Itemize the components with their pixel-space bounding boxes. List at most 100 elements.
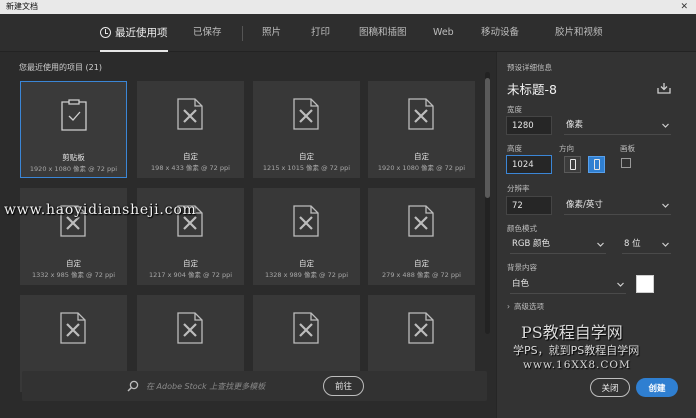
portrait-icon <box>570 159 576 170</box>
recent-item[interactable]: 自定 198 x 433 像素 @ 72 ppi <box>137 81 244 178</box>
recent-item[interactable]: 自定 1328 x 989 像素 @ 72 ppi <box>253 188 360 285</box>
portrait-orientation-button[interactable] <box>564 156 581 173</box>
width-label: 宽度 <box>507 105 522 114</box>
item-size: 1328 x 989 像素 @ 72 ppi <box>264 271 349 279</box>
clock-icon <box>100 27 111 38</box>
item-size: 279 x 488 像素 @ 72 ppi <box>382 271 461 279</box>
overlay-watermark-url: www.16XX8.COM <box>523 359 631 371</box>
custom-doc-icon <box>293 205 319 237</box>
background-value: 白色 <box>512 279 530 289</box>
tab-label: 最近使用项 <box>115 27 168 39</box>
tab-film-video[interactable]: 胶片和视频 <box>555 14 603 52</box>
custom-doc-icon <box>408 312 434 344</box>
width-input[interactable] <box>506 116 552 135</box>
window-titlebar: 新建文档 ✕ <box>0 0 696 14</box>
recent-item[interactable]: 自定 1332 x 985 像素 @ 72 ppi <box>20 188 127 285</box>
orientation-label: 方向 <box>559 144 574 153</box>
background-select[interactable]: 白色 <box>510 275 626 294</box>
close-button[interactable]: 关闭 <box>590 378 630 397</box>
recent-heading: 您最近使用的项目 (21) <box>19 63 102 72</box>
save-preset-icon[interactable] <box>657 82 671 94</box>
overlay-watermark-title: PS教程自学网 <box>521 323 623 342</box>
item-size: 1920 x 1080 像素 @ 72 ppi <box>377 164 466 172</box>
resolution-input[interactable] <box>506 196 552 215</box>
height-input[interactable] <box>506 155 552 174</box>
close-icon[interactable]: ✕ <box>680 0 688 14</box>
height-label: 高度 <box>507 144 522 153</box>
width-unit-value: 像素 <box>566 120 584 130</box>
background-label: 背景内容 <box>507 263 537 272</box>
custom-doc-icon <box>60 312 86 344</box>
preset-name[interactable]: 未标题-8 <box>507 79 557 98</box>
clipboard-doc-icon <box>61 99 87 131</box>
scrollbar-thumb[interactable] <box>485 78 490 198</box>
tab-web[interactable]: Web <box>433 14 454 52</box>
tab-photo[interactable]: 照片 <box>262 14 281 52</box>
item-size: 1215 x 1015 像素 @ 72 ppi <box>262 164 351 172</box>
bit-depth-select[interactable]: 8 位 <box>622 235 671 254</box>
item-name: 自定 <box>414 259 429 268</box>
item-name: 自定 <box>183 152 198 161</box>
stock-search-bar: 前往 <box>22 371 487 401</box>
tab-recent[interactable]: 最近使用项 <box>100 14 168 52</box>
create-button[interactable]: 创建 <box>636 378 678 397</box>
color-mode-select[interactable]: RGB 颜色 <box>510 235 606 254</box>
width-unit-select[interactable]: 像素 <box>564 116 671 135</box>
item-size: 198 x 433 像素 @ 72 ppi <box>151 164 230 172</box>
tab-mobile[interactable]: 移动设备 <box>481 14 519 52</box>
artboard-checkbox[interactable] <box>621 158 631 168</box>
recent-item[interactable]: 自定 279 x 488 像素 @ 72 ppi <box>368 188 475 285</box>
tab-saved[interactable]: 已保存 <box>193 14 222 52</box>
background-color-swatch[interactable] <box>636 275 654 293</box>
recent-item[interactable]: 自定 1215 x 1015 像素 @ 72 ppi <box>253 81 360 178</box>
item-name: 自定 <box>183 259 198 268</box>
item-name: 自定 <box>299 152 314 161</box>
tab-divider <box>242 26 243 41</box>
section-title: 预设详细信息 <box>507 63 552 72</box>
custom-doc-icon <box>408 205 434 237</box>
custom-doc-icon <box>293 98 319 130</box>
window-title: 新建文档 <box>6 2 38 11</box>
category-tabs: 最近使用项 已保存 照片 打印 图稿和插图 Web 移动设备 胶片和视频 <box>0 14 696 52</box>
custom-doc-icon <box>177 205 203 237</box>
custom-doc-icon <box>177 98 203 130</box>
overlay-watermark-slogan: 学PS，就到PS教程自学网 <box>513 344 640 357</box>
item-size: 1332 x 985 像素 @ 72 ppi <box>31 271 116 279</box>
item-name: 自定 <box>414 152 429 161</box>
item-size: 1920 x 1080 像素 @ 72 ppi <box>29 165 118 173</box>
chevron-down-icon <box>662 242 669 247</box>
custom-doc-icon <box>408 98 434 130</box>
advanced-options-toggle[interactable]: › 高级选项 <box>507 301 544 312</box>
landscape-orientation-button[interactable] <box>588 156 605 173</box>
color-mode-value: RGB 颜色 <box>512 239 551 249</box>
resolution-unit-select[interactable]: 像素/英寸 <box>564 196 671 215</box>
go-button[interactable]: 前往 <box>323 376 364 396</box>
chevron-down-icon <box>597 242 604 247</box>
tab-print[interactable]: 打印 <box>311 14 330 52</box>
recent-item-clipboard[interactable]: 剪贴板 1920 x 1080 像素 @ 72 ppi <box>20 81 127 178</box>
recent-pane: 您最近使用的项目 (21) 剪贴板 1920 x 1080 像素 @ 72 pp… <box>0 52 496 418</box>
recent-item[interactable]: 自定 1920 x 1080 像素 @ 72 ppi <box>368 81 475 178</box>
recent-scrollbar[interactable] <box>485 72 490 334</box>
chevron-right-icon: › <box>507 302 510 311</box>
chevron-down-icon <box>662 203 669 208</box>
recent-item[interactable]: 自定 1217 x 904 像素 @ 72 ppi <box>137 188 244 285</box>
custom-doc-icon <box>177 312 203 344</box>
item-size: 1217 x 904 像素 @ 72 ppi <box>148 271 233 279</box>
preset-details-pane: 预设详细信息 未标题-8 宽度 像素 高度 方向 画板 分辨率 像素/英寸 颜色… <box>496 52 696 418</box>
bit-depth-value: 8 位 <box>624 239 641 249</box>
search-icon <box>127 380 139 392</box>
stock-search-input[interactable] <box>146 379 316 393</box>
item-name: 自定 <box>299 259 314 268</box>
recent-grid: 剪贴板 1920 x 1080 像素 @ 72 ppi 自定 198 x 433… <box>20 81 480 418</box>
custom-doc-icon <box>60 205 86 237</box>
advanced-options-label: 高级选项 <box>514 302 544 311</box>
person-icon <box>594 159 600 170</box>
color-mode-label: 颜色模式 <box>507 224 537 233</box>
chevron-down-icon <box>662 123 669 128</box>
chevron-down-icon <box>617 282 624 287</box>
resolution-label: 分辨率 <box>507 184 530 193</box>
resolution-unit-value: 像素/英寸 <box>566 200 603 210</box>
artboard-label: 画板 <box>620 144 635 153</box>
tab-art-illustration[interactable]: 图稿和插图 <box>359 14 407 52</box>
